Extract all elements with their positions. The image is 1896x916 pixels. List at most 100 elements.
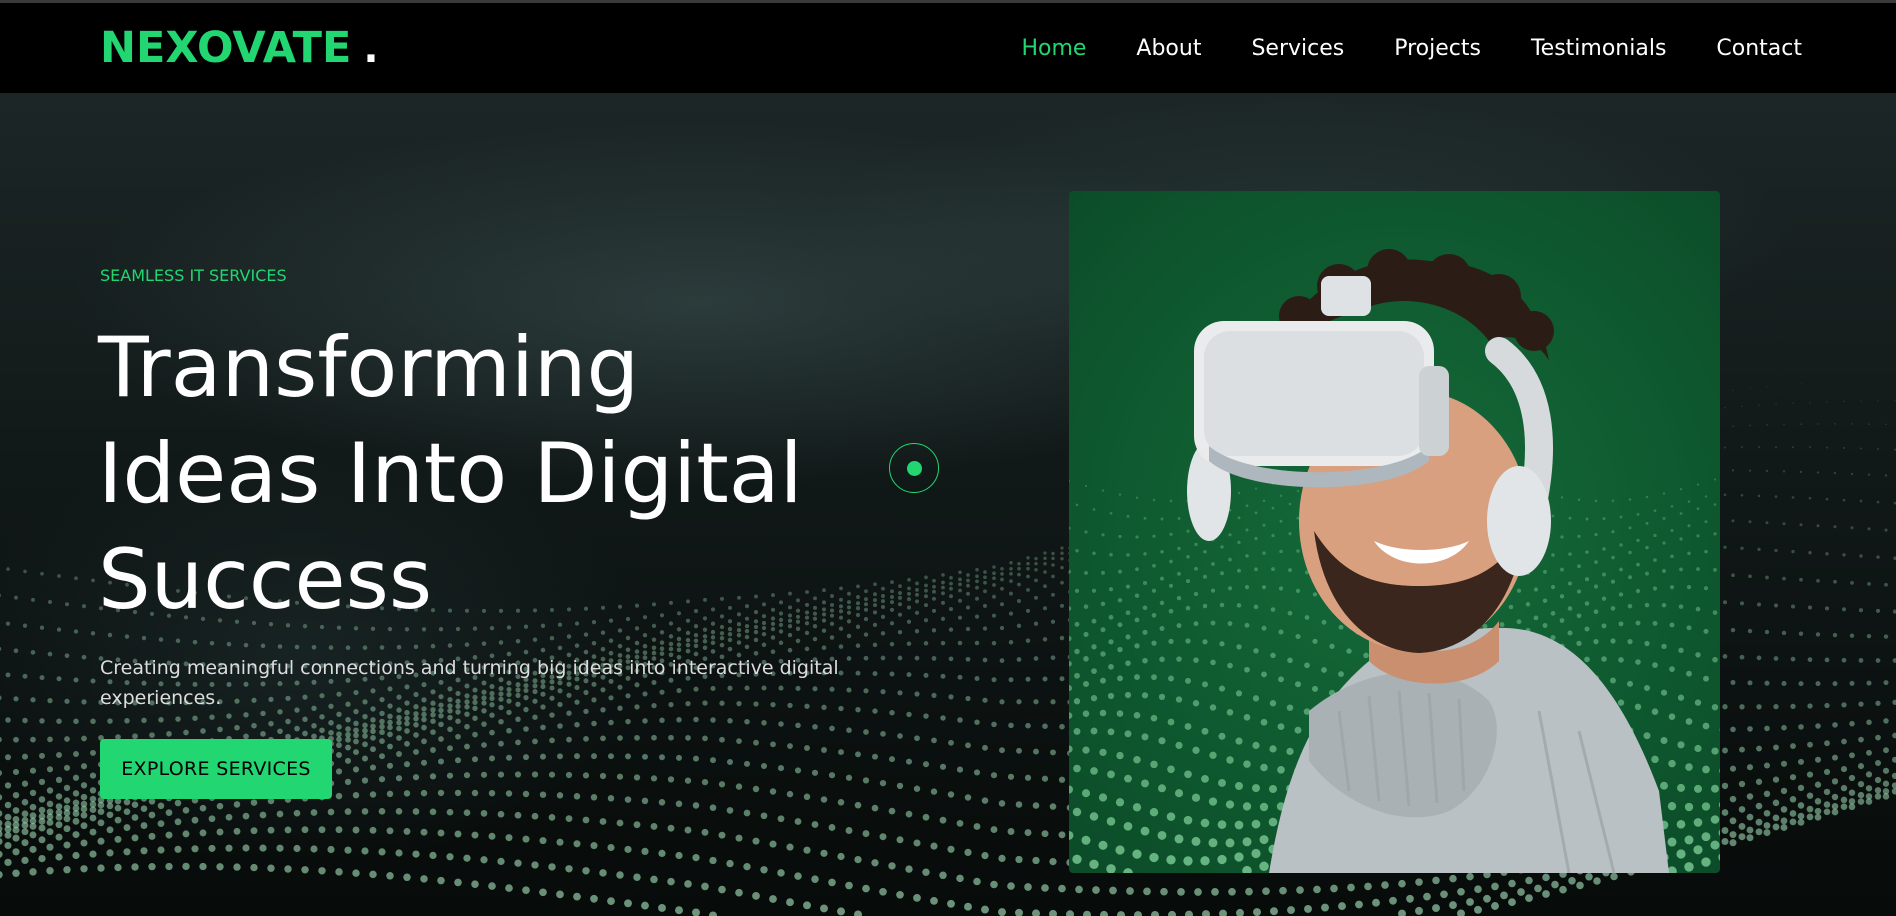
particle-dot [1740,546,1744,550]
particle-dot [693,632,699,638]
particle-dot [1008,640,1014,645]
particle-dot [472,756,478,763]
particle-dot [1050,749,1056,756]
particle-dot [12,768,20,775]
particle-dot [72,774,80,781]
particle-dot [1730,726,1736,733]
particle-dot [447,714,453,721]
particle-dot [1780,806,1788,813]
particle-dot [106,811,114,819]
particle-dot [4,782,12,789]
particle-dot [1876,447,1880,451]
particle-dot [1732,389,1734,391]
card-particle-dot [1585,517,1589,521]
particle-dot [932,584,936,589]
card-particle-dot [1560,496,1564,499]
brand-logo[interactable]: NEXOVATE . [100,23,379,73]
particle-dot [114,835,122,843]
particle-dot [497,810,505,818]
particle-dot [455,718,461,724]
particle-dot [1032,802,1040,809]
particle-dot [1882,767,1890,774]
particle-dot [506,727,512,734]
particle-dot [396,719,402,726]
particle-dot [1049,909,1057,916]
card-particle-dot [1269,745,1277,753]
card-particle-dot [1713,567,1717,572]
card-particle-dot [1091,644,1097,650]
particle-dot [1748,520,1752,524]
particle-dot [1832,722,1838,728]
particle-dot [999,747,1005,754]
particle-dot [446,853,454,861]
main-nav: Home About Services Projects Testimonial… [971,36,1802,61]
card-particle-dot [1244,666,1250,673]
particle-dot [531,861,539,869]
particle-dot [46,843,54,851]
particle-dot [1865,771,1873,778]
particle-dot [208,844,216,852]
nav-item-projects[interactable]: Projects [1394,36,1481,61]
play-circle-icon[interactable] [889,443,939,493]
particle-dot [726,758,734,766]
particle-dot [310,845,318,853]
particle-dot [56,676,62,682]
particle-dot [454,757,462,764]
particle-dot [650,822,658,830]
particle-dot [608,719,614,726]
explore-services-button[interactable]: EXPLORE SERVICES [100,739,332,799]
particle-dot [379,723,385,730]
nav-item-testimonials[interactable]: Testimonials [1531,36,1666,61]
nav-item-home[interactable]: Home [1021,36,1086,61]
card-particle-dot [1667,802,1677,811]
particle-dot [1025,608,1031,613]
particle-dot [990,772,998,779]
card-particle-dot [1166,855,1176,865]
card-particle-dot [1679,488,1683,491]
particle-dot [1747,726,1753,732]
particle-dot [803,846,811,854]
card-particle-dot [1684,835,1694,845]
card-particle-dot [1149,807,1159,817]
particle-dot [260,731,266,737]
particle-dot [80,811,88,819]
particle-dot [1824,702,1830,709]
particle-dot [72,817,80,825]
particle-dot [5,672,11,678]
particle-dot [38,778,46,786]
particle-dot [982,744,988,751]
card-particle-dot [1610,677,1616,684]
particle-dot [1859,447,1863,450]
particle-dot [617,643,623,649]
particle-dot [1875,700,1881,706]
particle-dot [489,729,495,736]
particle-dot [1042,676,1048,682]
particle-dot [1009,591,1013,596]
particle-dot [514,859,522,867]
card-particle-dot [1101,533,1105,537]
particle-dot [242,844,250,852]
card-particle-dot [1635,659,1641,665]
particle-dot [1016,623,1022,628]
particle-dot [760,762,768,770]
particle-dot [1775,403,1777,406]
particle-dot [727,718,733,724]
nav-item-contact[interactable]: Contact [1716,36,1802,61]
card-particle-dot [1091,668,1097,674]
particle-dot [1858,608,1864,613]
brand-dot: . [363,26,379,72]
particle-dot [855,643,861,648]
card-particle-dot [1687,524,1691,528]
particle-dot [1034,595,1038,600]
card-particle-dot [1696,507,1700,511]
particle-dot [974,614,980,619]
card-particle-dot [1551,553,1555,557]
particle-dot [327,808,335,816]
nav-item-about[interactable]: About [1136,36,1201,61]
nav-item-services[interactable]: Services [1251,36,1344,61]
particle-dot [267,864,275,872]
particle-dot [999,699,1005,705]
card-particle-dot [1135,535,1139,539]
particle-dot [302,730,308,737]
particle-dot [1024,829,1032,837]
